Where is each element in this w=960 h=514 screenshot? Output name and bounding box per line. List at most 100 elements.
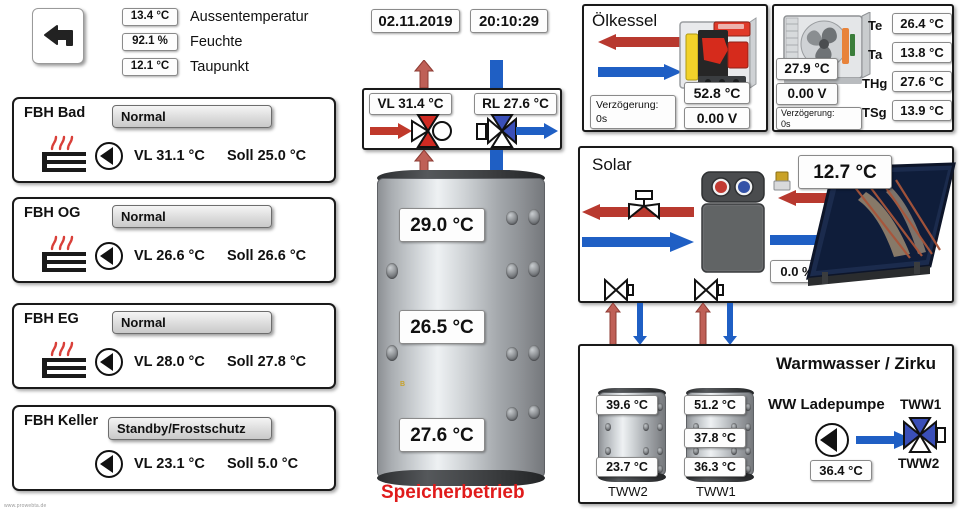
solar-title: Solar (592, 155, 632, 174)
pump-icon (95, 348, 123, 376)
boiler-title: Ölkessel (592, 11, 658, 30)
buffer-temp-top: 29.0 °C (399, 208, 485, 242)
dhw-return-pipe-left (633, 303, 647, 345)
dewpoint-label: Taupunkt (190, 59, 249, 75)
solar-valve-icon[interactable] (624, 190, 664, 222)
ventilation-delay-value: 0s (781, 118, 791, 129)
boiler-return-arrow-icon (598, 64, 682, 80)
tank-port (731, 447, 737, 455)
solar-station-image (701, 171, 765, 273)
dhw-valve-top-label: TWW1 (900, 397, 942, 412)
mixer-panel[interactable]: VL 31.4 °C RL 27.6 °C (362, 88, 562, 150)
ventilation-value-te: 26.4 °C (892, 13, 952, 34)
buffer-temp-bottom: 27.6 °C (399, 418, 485, 452)
tank-port (386, 345, 398, 361)
tank-port (528, 209, 540, 225)
tww2-tank-label: TWW2 (608, 484, 648, 499)
boiler-voltage-value: 0.00 V (684, 107, 750, 129)
tank-port (528, 405, 540, 419)
tank-port (506, 263, 518, 279)
boiler-panel[interactable]: Ölkessel 52.8 °C 0.00 V Verzögerung: 0s (582, 4, 768, 132)
circuit-vl-value: VL 26.6 °C (134, 248, 205, 264)
mixing-valve-icon[interactable] (410, 112, 458, 148)
solar-bottom-valve-left-icon[interactable] (604, 278, 634, 302)
tank-port (657, 447, 663, 455)
tww1-temp-mid: 37.8 °C (684, 428, 746, 448)
pump-icon (95, 450, 123, 478)
solar-panel[interactable]: Solar 0.0 % 12.7 °C (578, 146, 956, 303)
tank-port (605, 423, 611, 431)
circuit-panel-fbh-bad[interactable]: FBH Bad Normal VL 31.1 °C Soll 25.0 °C (12, 97, 336, 183)
tank-port (693, 447, 699, 455)
ventilation-key-thg: THg (862, 76, 888, 91)
tank-port (386, 263, 398, 279)
circuit-mode-button[interactable]: Normal (112, 205, 272, 228)
circuit-mode-button[interactable]: Normal (112, 311, 272, 334)
circuit-mode-button[interactable]: Standby/Frostschutz (108, 417, 272, 440)
tank-port (528, 261, 540, 277)
boiler-delay-label: Verzögerung: (596, 98, 659, 111)
ventilation-voltage-value: 0.00 V (776, 83, 838, 105)
circuit-name: FBH Bad (24, 105, 86, 121)
humidity-value: 92.1 % (122, 33, 178, 51)
tww1-temp-top: 51.2 °C (684, 395, 746, 415)
humidity-label: Feuchte (190, 34, 243, 50)
dhw-pump-label: WW Ladepumpe (768, 396, 885, 413)
dewpoint-value: 12.1 °C (122, 58, 178, 76)
boiler-flow-arrow-icon (598, 34, 682, 50)
circuit-name: FBH EG (24, 311, 79, 327)
circuit-panel-fbh-eg[interactable]: FBH EG Normal VL 28.0 °C Soll 27.8 °C (12, 303, 336, 389)
solar-collector-temp: 12.7 °C (798, 155, 892, 189)
circuit-soll-value: Soll 26.6 °C (227, 248, 307, 264)
date-display: 02.11.2019 (371, 9, 460, 33)
ventilation-delay-label: Verzögerung: (781, 107, 835, 118)
circuit-vl-value: VL 28.0 °C (134, 354, 205, 370)
circuit-name: FBH Keller (24, 413, 99, 429)
pump-icon (95, 142, 123, 170)
dhw-flow-pipe-right (695, 303, 711, 345)
tank-port (506, 407, 518, 421)
tww2-temp-bottom: 23.7 °C (596, 457, 658, 477)
circuit-vl-value: VL 31.1 °C (134, 148, 205, 164)
tank-port (745, 447, 751, 455)
ventilation-unit-image (783, 12, 871, 84)
return-pipe-top (490, 60, 503, 88)
circuit-soll-value: Soll 5.0 °C (227, 456, 299, 472)
tank-port (643, 423, 649, 431)
buffer-temp-mid: 26.5 °C (399, 310, 485, 344)
circuit-panel-fbh-keller[interactable]: FBH Keller Standby/Frostschutz VL 23.1 °… (12, 405, 336, 491)
buffer-status-label: Speicherbetrieb (381, 482, 525, 503)
ventilation-panel[interactable]: 27.9 °C 0.00 V Verzögerung: 0s Te 26.4 °… (772, 4, 954, 132)
circuit-soll-value: Soll 25.0 °C (227, 148, 307, 164)
tank-port (643, 447, 649, 455)
solar-bottom-valve-right-icon[interactable] (694, 278, 724, 302)
ventilation-key-tsg: TSg (862, 105, 887, 120)
outdoor-temp-label: Aussentemperatur (190, 9, 309, 25)
floor-heating-icon (42, 235, 86, 272)
floor-heating-icon (42, 341, 86, 378)
ventilation-temp-value: 27.9 °C (776, 58, 838, 80)
tank-marking: B (400, 381, 406, 388)
circuit-vl-value: VL 23.1 °C (134, 456, 205, 472)
flow-arrow-icon (370, 123, 412, 139)
dhw-panel[interactable]: Warmwasser / Zirku 39.6 °C 23.7 °C TWW2 … (578, 344, 954, 504)
tww1-temp-bottom: 36.3 °C (684, 457, 746, 477)
floor-heating-icon (42, 135, 86, 172)
watermark: www.prowebta.de (4, 503, 47, 509)
back-arrow-icon (44, 25, 73, 46)
dhw-diverter-valve-icon[interactable] (900, 416, 948, 454)
boiler-delay-value: 0s (596, 113, 608, 125)
circuit-soll-value: Soll 27.8 °C (227, 354, 307, 370)
ventilation-value-tsg: 13.9 °C (892, 100, 952, 121)
back-button[interactable] (32, 8, 84, 64)
tank-port (528, 345, 540, 361)
tank-port (657, 423, 663, 431)
dhw-title: Warmwasser / Zirku (776, 354, 936, 373)
time-display: 20:10:29 (470, 9, 548, 33)
tank-port (605, 447, 611, 455)
ventilation-value-ta: 13.8 °C (892, 42, 952, 63)
circuit-mode-button[interactable]: Normal (112, 105, 272, 128)
circuit-panel-fbh-og[interactable]: FBH OG Normal VL 26.6 °C Soll 26.6 °C (12, 197, 336, 283)
dhw-pump-temp: 36.4 °C (810, 460, 872, 481)
ventilation-key-ta: Ta (868, 47, 883, 62)
